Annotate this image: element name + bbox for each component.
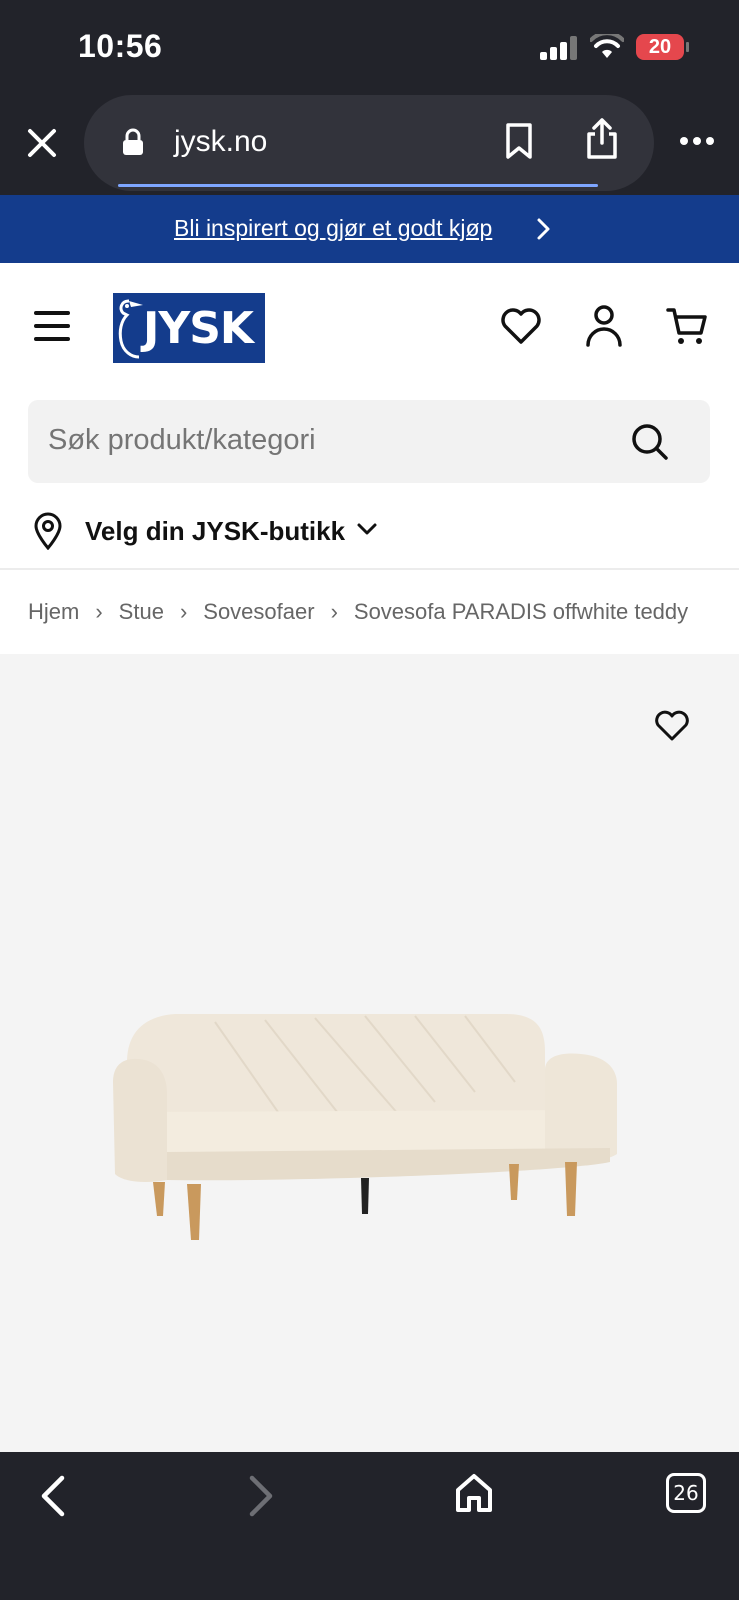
divider — [0, 568, 739, 570]
home-icon[interactable] — [454, 1472, 494, 1514]
jysk-logo[interactable]: JYSK — [113, 293, 265, 363]
breadcrumb: Hjem › Stue › Sovesofaer › Sovesofa PARADIS of… — [28, 598, 718, 628]
search-input[interactable] — [48, 424, 608, 457]
search-bar — [28, 400, 710, 483]
breadcrumb-item-sovesofaer[interactable]: Sovesofaer — [203, 599, 314, 625]
tab-switcher-button[interactable]: 26 — [666, 1473, 706, 1513]
battery-tip — [686, 42, 689, 52]
status-time: 10:56 — [78, 28, 163, 64]
browser-toolbar: 26 — [0, 1452, 739, 1600]
chevron-right-icon: › — [179, 599, 188, 625]
more-icon[interactable] — [680, 137, 716, 147]
store-selector[interactable]: Velg din JYSK-butikk — [0, 500, 739, 568]
chevron-right-icon: › — [95, 599, 103, 625]
sofa-image — [113, 1014, 617, 1240]
location-pin-icon — [34, 512, 62, 550]
lock-icon — [123, 128, 143, 155]
logo-text: JYSK — [143, 303, 254, 354]
promo-banner[interactable]: Bli inspirert og gjør et godt kjøp — [0, 195, 739, 263]
site-header: JYSK — [0, 263, 739, 388]
bookmark-icon[interactable] — [502, 121, 536, 161]
address-bar[interactable]: jysk.no — [84, 95, 654, 191]
search-icon[interactable] — [630, 422, 670, 462]
page-load-progress — [118, 184, 598, 187]
product-image-area[interactable] — [0, 654, 739, 1452]
battery-indicator: 20 — [636, 34, 684, 60]
chevron-right-icon — [537, 218, 550, 240]
url-text: jysk.no — [174, 125, 268, 158]
user-icon[interactable] — [584, 303, 624, 347]
wifi-icon — [590, 34, 624, 58]
share-icon[interactable] — [584, 117, 620, 161]
back-icon[interactable] — [38, 1474, 68, 1518]
hamburger-menu-icon[interactable] — [34, 311, 70, 341]
cart-icon[interactable] — [666, 305, 708, 347]
promo-link[interactable]: Bli inspirert og gjør et godt kjøp — [174, 215, 492, 242]
chevron-down-icon — [357, 523, 377, 535]
store-label: Velg din JYSK-butikk — [85, 516, 346, 546]
breadcrumb-item-stue[interactable]: Stue — [119, 599, 164, 625]
heart-icon[interactable] — [654, 710, 690, 742]
status-bar: 10:56 20 — [0, 0, 739, 95]
close-icon[interactable] — [22, 123, 62, 163]
breadcrumb-item-home[interactable]: Hjem — [28, 599, 79, 625]
browser-bar: jysk.no — [0, 95, 739, 195]
breadcrumb-item-product[interactable]: Sovesofa PARADIS offwhite teddy — [354, 599, 688, 625]
heart-icon[interactable] — [500, 307, 542, 345]
chevron-right-icon: › — [330, 599, 338, 625]
forward-icon[interactable] — [246, 1474, 276, 1518]
signal-icon — [540, 36, 578, 60]
